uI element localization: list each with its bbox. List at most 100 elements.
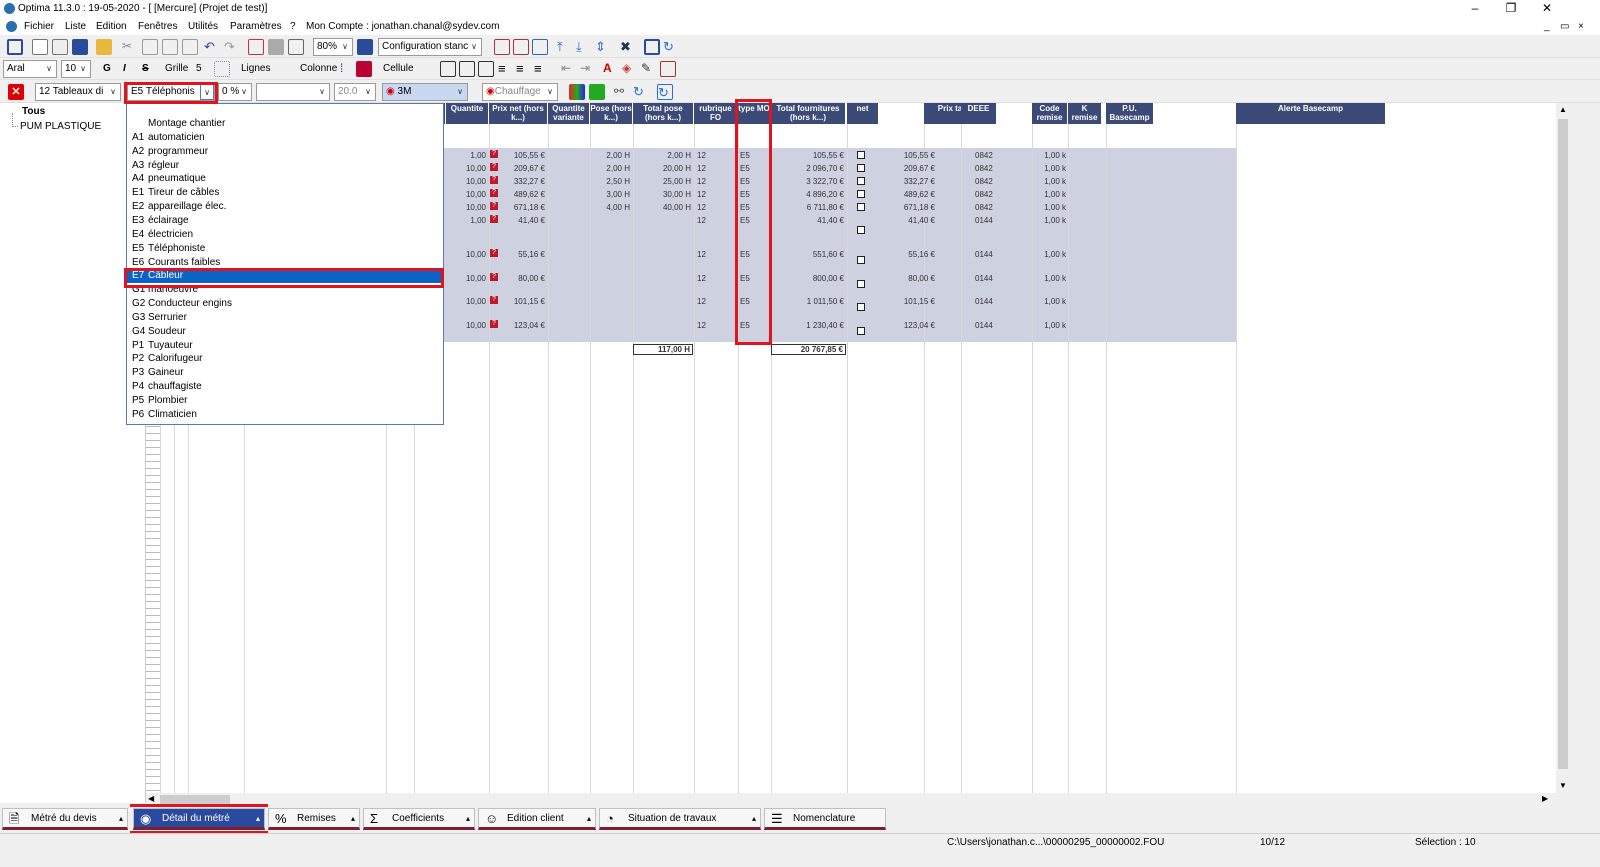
dropdown-option-e4[interactable]: E4 électricien: [132, 228, 438, 242]
strike-button[interactable]: S: [142, 63, 149, 74]
menu-parametres[interactable]: Paramètres: [230, 21, 282, 32]
vertical-scrollbar[interactable]: ▲ ▼: [1556, 103, 1570, 793]
menu-fenetres[interactable]: Fenêtres: [138, 21, 177, 32]
brush-icon[interactable]: ✎: [641, 61, 657, 77]
cell-quantite[interactable]: 10,00: [446, 190, 486, 199]
cell-code-remise[interactable]: 0842: [975, 164, 1009, 173]
cell-format-icon-1[interactable]: [440, 61, 456, 77]
cell-total-pose[interactable]: 40,00 H: [633, 203, 691, 212]
sync-icon[interactable]: ↻: [633, 84, 649, 100]
cell-total-fournitures[interactable]: 6 711,80 €: [771, 203, 844, 212]
cell-quantite[interactable]: 1,00: [446, 216, 486, 225]
dropdown-option-e3[interactable]: E3 éclairage: [132, 214, 438, 228]
cell-total-fournitures[interactable]: 3 322,70 €: [771, 177, 844, 186]
value-select[interactable]: 20.0 ∨: [334, 83, 376, 101]
chauffage-select[interactable]: ◉Chauffage ∨: [482, 83, 558, 101]
cell-k-remise[interactable]: 1,00 k: [1032, 190, 1066, 199]
cell-total-fournitures[interactable]: 800,00 €: [771, 274, 844, 283]
column-header[interactable]: rubrique FO: [694, 103, 738, 124]
net-checkbox[interactable]: [857, 256, 865, 264]
cell-quantite[interactable]: 10,00: [446, 177, 486, 186]
column-header[interactable]: DEEE: [961, 103, 997, 124]
cell-prix-net[interactable]: 105,55 €: [500, 151, 545, 160]
mo-type-dropdown[interactable]: Montage chantier A1 automaticien A2 programm…: [126, 103, 444, 425]
net-checkbox[interactable]: [857, 151, 865, 159]
cell-k-remise[interactable]: 1,00 k: [1032, 250, 1066, 259]
restore-icon[interactable]: ❐: [1496, 1, 1526, 15]
cell-total-fournitures[interactable]: 2 096,70 €: [771, 164, 844, 173]
cell-k-remise[interactable]: 1,00 k: [1032, 151, 1066, 160]
scroll-left-icon[interactable]: ◀: [148, 794, 154, 803]
grid-lines-icon[interactable]: [214, 61, 230, 77]
cell-k-remise[interactable]: 1,00 k: [1032, 164, 1066, 173]
column-header[interactable]: Total fournitures (hors k...): [771, 103, 846, 124]
dropdown-option-e5[interactable]: E5 Téléphoniste: [132, 242, 438, 256]
cell-prix-net[interactable]: 123,04 €: [500, 321, 545, 330]
lignes-label[interactable]: Lignes: [241, 63, 270, 74]
dropdown-option-e2[interactable]: E2 appareillage élec.: [132, 200, 438, 214]
paste-icon[interactable]: [162, 39, 178, 55]
cell-pose[interactable]: 3,00 H: [590, 190, 630, 199]
cell-prix-net[interactable]: 101,15 €: [500, 297, 545, 306]
italic-button[interactable]: I: [123, 63, 126, 74]
close-filter-icon[interactable]: ✕: [8, 84, 24, 100]
column-header[interactable]: Alerte Basecamp: [1236, 103, 1386, 124]
cell-rubrique[interactable]: 12: [697, 274, 737, 283]
price-warning-icon[interactable]: ?: [490, 215, 498, 223]
cell-prix-net[interactable]: 41,40 €: [500, 216, 545, 225]
column-header[interactable]: Prix net (hors k...): [489, 103, 548, 124]
cell-prix-net[interactable]: 80,00 €: [500, 274, 545, 283]
menu-utilites[interactable]: Utilités: [188, 21, 218, 32]
tab-remises[interactable]: % Remises ▴: [268, 808, 360, 830]
mdi-minimize-icon[interactable]: _: [1544, 21, 1550, 32]
grille-value[interactable]: 5: [196, 63, 202, 74]
cell-code-remise[interactable]: 0842: [975, 151, 1009, 160]
cell-k-remise[interactable]: 1,00 k: [1032, 177, 1066, 186]
price-warning-icon[interactable]: ?: [490, 296, 498, 304]
cell-total-fournitures[interactable]: 41,40 €: [771, 216, 844, 225]
brand-select[interactable]: ◉ 3M ∨: [382, 83, 468, 101]
dropdown-option-a4[interactable]: A4 pneumatique: [132, 172, 438, 186]
dropdown-option-p4[interactable]: P4 chauffagiste: [132, 380, 438, 394]
percent-select[interactable]: 0 % ∨: [218, 83, 252, 101]
config-select[interactable]: Configuration stanc ∨: [378, 38, 482, 56]
cell-prix-net[interactable]: 489,62 €: [500, 190, 545, 199]
align-right-icon[interactable]: ≡: [534, 61, 550, 77]
windows-icon[interactable]: [644, 39, 660, 55]
cell-total-fournitures[interactable]: 1 230,40 €: [771, 321, 844, 330]
undo-icon[interactable]: ↶: [204, 39, 220, 55]
tableaux-select[interactable]: 12 Tableaux di ∨: [35, 83, 121, 101]
cell-quantite[interactable]: 10,00: [446, 250, 486, 259]
app-menu-icon[interactable]: [6, 21, 17, 32]
font-select[interactable]: Aral ∨: [3, 60, 57, 78]
minimize-icon[interactable]: –: [1460, 1, 1490, 15]
price-warning-icon[interactable]: ?: [490, 320, 498, 328]
tab-edition-client[interactable]: ☺ Edition client ▴: [478, 808, 596, 830]
close-icon[interactable]: ✕: [1532, 1, 1562, 15]
cell-k-remise[interactable]: 1,00 k: [1032, 321, 1066, 330]
cell-total-pose[interactable]: 25,00 H: [633, 177, 691, 186]
format-painter-icon[interactable]: [660, 61, 676, 77]
price-warning-icon[interactable]: ?: [490, 249, 498, 257]
cell-total-pose[interactable]: 2,00 H: [633, 151, 691, 160]
column-header[interactable]: Code remise: [1032, 103, 1068, 124]
cell-rubrique[interactable]: 12: [697, 151, 737, 160]
cell-code-remise[interactable]: 0842: [975, 203, 1009, 212]
dropdown-option-p6[interactable]: P6 Climaticien: [132, 408, 438, 422]
tab-coefficients[interactable]: Σ Coefficients ▴: [363, 808, 475, 830]
price-warning-icon[interactable]: ?: [490, 176, 498, 184]
save-icon[interactable]: [72, 39, 88, 55]
cell-prix-tarif[interactable]: 41,40 €: [879, 216, 935, 225]
net-checkbox[interactable]: [857, 303, 865, 311]
mdi-restore-icon[interactable]: ▭: [1560, 21, 1569, 32]
move-top-icon[interactable]: ⤒: [557, 39, 573, 55]
dropdown-option-g4[interactable]: G4 Soudeur: [132, 325, 438, 339]
cell-k-remise[interactable]: 1,00 k: [1032, 297, 1066, 306]
cell-prix-tarif[interactable]: 489,62 €: [879, 190, 935, 199]
cell-prix-tarif[interactable]: 101,15 €: [879, 297, 935, 306]
menu-liste[interactable]: Liste: [65, 21, 86, 32]
cell-code-remise[interactable]: 0842: [975, 190, 1009, 199]
cell-total-pose[interactable]: 30,00 H: [633, 190, 691, 199]
cell-code-remise[interactable]: 0842: [975, 177, 1009, 186]
dropdown-option-p2[interactable]: P2 Calorifugeur: [132, 352, 438, 366]
